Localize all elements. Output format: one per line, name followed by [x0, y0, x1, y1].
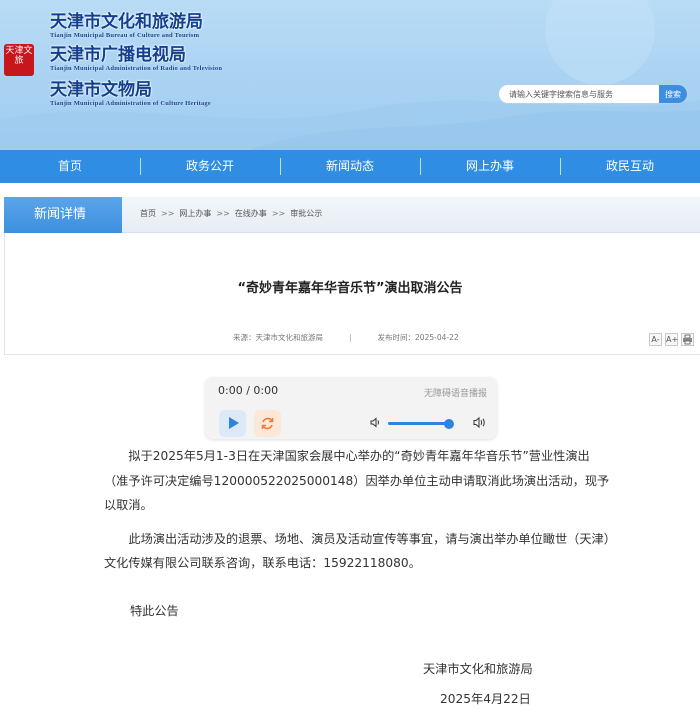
- breadcrumb-home[interactable]: 首页: [140, 209, 156, 218]
- replay-button[interactable]: [254, 410, 281, 437]
- volume-low-icon[interactable]: [370, 417, 381, 428]
- print-icon: [683, 334, 692, 345]
- volume-slider[interactable]: [388, 418, 454, 429]
- font-size-tools: A- A+: [649, 333, 694, 346]
- nav-item-news[interactable]: 新闻动态: [280, 150, 420, 183]
- article-body: 拟于2025年5月1-3日在天津国家会展中心举办的“奇妙青年嘉年华音乐节”营业性…: [104, 444, 612, 576]
- player-time: 0:00 / 0:00: [218, 384, 279, 397]
- play-button[interactable]: [219, 410, 246, 437]
- breadcrumb-online-services[interactable]: 网上办事: [179, 209, 211, 218]
- nav-item-government-affairs[interactable]: 政务公开: [140, 150, 280, 183]
- signature-date: 2025年4月22日: [440, 692, 531, 706]
- search-box: 搜索: [499, 85, 687, 103]
- breadcrumb-separator: >>: [216, 209, 230, 218]
- breadcrumb: 首页 >> 网上办事 >> 在线办事 >> 审批公示: [140, 197, 322, 233]
- article-meta: 来源：天津市文化和旅游局 | 发布时间：2025-04-22: [233, 332, 459, 343]
- audio-player: 0:00 / 0:00 无障碍语音播报: [205, 377, 497, 439]
- breadcrumb-approval-notice[interactable]: 审批公示: [290, 209, 322, 218]
- org-name-cn: 天津市文物局: [50, 80, 152, 100]
- print-button[interactable]: [681, 333, 694, 346]
- section-tab-news-detail: 新闻详情: [4, 197, 122, 233]
- org-name-en: Tianjin Municipal Bureau of Culture and …: [50, 32, 200, 39]
- breadcrumb-separator: >>: [271, 209, 286, 218]
- article-date: 发布时间：2025-04-22: [377, 333, 459, 342]
- volume-high-icon[interactable]: [473, 416, 487, 429]
- main-nav: 首页 政务公开 新闻动态 网上办事 政民互动: [0, 150, 700, 183]
- article-closing: 特此公告: [130, 604, 179, 618]
- breadcrumb-online-handling[interactable]: 在线办事: [235, 209, 267, 218]
- search-input[interactable]: [499, 85, 659, 103]
- meta-divider: |: [349, 333, 352, 342]
- font-decrease-button[interactable]: A-: [649, 333, 662, 346]
- org-name-cn: 天津市广播电视局: [50, 45, 186, 65]
- nav-item-public-interaction[interactable]: 政民互动: [560, 150, 700, 183]
- org-name-en: Tianjin Municipal Administration of Radi…: [50, 65, 223, 72]
- org-title-radio-tv: 天津市广播电视局 Tianjin Municipal Administratio…: [50, 45, 222, 73]
- replay-icon: [261, 417, 274, 430]
- breadcrumb-bar: 新闻详情 首页 >> 网上办事 >> 在线办事 >> 审批公示: [0, 197, 700, 233]
- search-button[interactable]: 搜索: [659, 85, 687, 103]
- accessibility-audio-label: 无障碍语音播报: [423, 389, 487, 399]
- org-name-en: Tianjin Municipal Administration of Cult…: [50, 100, 211, 107]
- font-increase-button[interactable]: A+: [665, 333, 678, 346]
- org-title-culture-tourism: 天津市文化和旅游局 Tianjin Municipal Bureau of Cu…: [50, 12, 203, 40]
- volume-slider-thumb[interactable]: [443, 418, 454, 429]
- site-header: 天津文旅 天津市文化和旅游局 Tianjin Municipal Bureau …: [0, 0, 700, 150]
- article-source: 来源：天津市文化和旅游局: [233, 333, 323, 342]
- article-paragraph: 此场演出活动涉及的退票、场地、演员及活动宣传等事宜，请与演出举办单位瞰世（天津）…: [104, 531, 610, 571]
- article-paragraph: 拟于2025年5月1-3日在天津国家会展中心举办的“奇妙青年嘉年华音乐节”营业性…: [104, 449, 610, 512]
- nav-item-online-services[interactable]: 网上办事: [420, 150, 560, 183]
- volume-slider-fill: [388, 422, 449, 425]
- org-title-cultural-heritage: 天津市文物局 Tianjin Municipal Administration …: [50, 80, 211, 108]
- org-name-cn: 天津市文化和旅游局: [50, 12, 203, 32]
- breadcrumb-separator: >>: [161, 209, 175, 218]
- signature-organization: 天津市文化和旅游局: [423, 662, 533, 676]
- logo-emblem: 天津文旅: [4, 44, 34, 76]
- article-title: “奇妙青年嘉年华音乐节”演出取消公告: [237, 281, 463, 296]
- nav-item-home[interactable]: 首页: [0, 150, 140, 183]
